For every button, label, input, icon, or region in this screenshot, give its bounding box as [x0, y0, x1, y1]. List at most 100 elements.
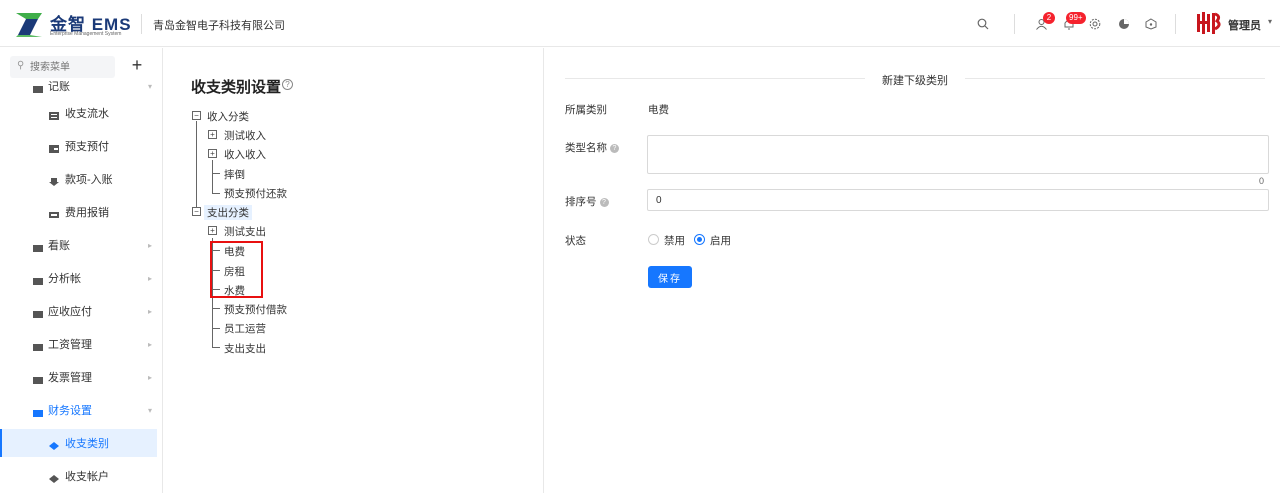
chevron-down-icon: ▾	[147, 81, 152, 91]
chevron-right-icon: ▸	[147, 240, 152, 250]
help-icon[interactable]: ?	[610, 143, 619, 153]
tree-node-test-expense[interactable]: 测试支出	[224, 224, 266, 239]
avatar[interactable]	[1196, 11, 1222, 35]
card-icon	[49, 142, 59, 153]
sidebar-item-finance-settings[interactable]: 财务设置 ▾	[0, 396, 157, 424]
search-icon[interactable]	[975, 16, 991, 32]
expand-toggle[interactable]: +	[208, 130, 217, 139]
sidebar-item-label: 工资管理	[48, 339, 92, 351]
section-title: 新建下级类别	[882, 75, 948, 87]
sidebar-item-label: 分析帐	[48, 273, 81, 285]
status-enabled-radio[interactable]	[694, 234, 705, 245]
gear-icon[interactable]	[1087, 16, 1103, 32]
sidebar-item-expense-claims[interactable]: 费用报销	[0, 198, 157, 226]
tree-node-prepay-return[interactable]: 预支预付还款	[224, 186, 287, 201]
sidebar-item-invoices[interactable]: 发票管理 ▸	[0, 363, 157, 391]
parent-category-value: 电费	[648, 104, 669, 116]
collapse-toggle[interactable]: −	[192, 207, 201, 216]
tree-connector	[212, 160, 213, 194]
divider-line	[565, 78, 865, 79]
sidebar-item-label: 费用报销	[65, 207, 109, 219]
tree-node-reversal[interactable]: 摔倒	[224, 167, 245, 182]
app-logo[interactable]: 金智 EMS Enterprise Management System	[14, 10, 131, 38]
tree-node-expense[interactable]: 支出分类	[204, 205, 252, 220]
chevron-right-icon: ▸	[147, 273, 152, 283]
help-icon[interactable]: ?	[282, 79, 293, 90]
sidebar-item-label: 款项-入账	[65, 174, 113, 186]
chevron-right-icon: ▸	[147, 339, 152, 349]
message-badge: 2	[1043, 12, 1055, 24]
tree-connector	[212, 173, 220, 174]
company-name: 青岛金智电子科技有限公司	[153, 20, 285, 32]
chevron-right-icon: ▸	[147, 306, 152, 316]
user-name[interactable]: 管理员	[1228, 17, 1261, 33]
collapse-toggle[interactable]: −	[192, 111, 201, 120]
tree-node-staff-ops[interactable]: 员工运营	[224, 321, 266, 336]
expand-toggle[interactable]: +	[208, 226, 217, 235]
expand-toggle[interactable]: +	[208, 149, 217, 158]
sort-order-input[interactable]	[647, 189, 1269, 211]
tree-node-expense-expense[interactable]: 支出支出	[224, 341, 266, 356]
help-icon[interactable]: ?	[599, 197, 609, 207]
folder-icon	[33, 406, 43, 417]
chevron-right-icon: ▸	[147, 372, 152, 382]
tree-node-test-income[interactable]: 测试收入	[224, 128, 266, 143]
category-name-input[interactable]	[647, 135, 1269, 174]
status-enabled-label[interactable]: 启用	[710, 233, 731, 248]
sidebar-item-label: 应收应付	[48, 306, 92, 318]
diamond-icon	[49, 439, 59, 450]
divider-line	[965, 78, 1265, 79]
notice-badge: 99+	[1066, 12, 1086, 24]
folder-icon	[33, 241, 43, 252]
tree-connector	[212, 328, 220, 329]
logo-mark-icon	[16, 13, 42, 37]
tree-connector	[212, 193, 220, 194]
sidebar-item-receivables[interactable]: 应收应付 ▸	[0, 297, 157, 325]
header-divider	[141, 14, 142, 34]
folder-icon	[33, 307, 43, 318]
folder-icon	[33, 82, 43, 93]
tree-node-prepay-borrow[interactable]: 预支预付借款	[224, 302, 287, 317]
sidebar-item-bookkeeping[interactable]: 记账 ▾	[0, 72, 157, 100]
sidebar-item-prepay[interactable]: 预支预付	[0, 132, 157, 160]
chevron-down-icon: ▾	[147, 405, 152, 415]
sidebar-item-label: 财务设置	[48, 405, 92, 417]
sidebar-item-receipt-entry[interactable]: 款项-入账	[0, 165, 157, 193]
page-title: 收支类别设置	[191, 79, 282, 96]
sidebar-item-payroll[interactable]: 工资管理 ▸	[0, 330, 157, 358]
sidebar-item-categories[interactable]: 收支类别	[0, 429, 157, 457]
status-disabled-label[interactable]: 禁用	[664, 233, 685, 248]
category-name-label-text: 类型名称	[565, 142, 607, 154]
header-separator	[1175, 14, 1176, 34]
folder-icon	[33, 340, 43, 351]
sidebar-item-label: 记账	[48, 81, 70, 93]
tree-connector	[212, 308, 220, 309]
sidebar-item-cash-flow[interactable]: 收支流水	[0, 99, 157, 127]
sidebar-item-label: 预支预付	[65, 141, 109, 153]
sidebar-item-label: 看账	[48, 240, 70, 252]
receipt-icon	[49, 208, 59, 218]
sidebar-item-label: 发票管理	[48, 372, 92, 384]
tree-node-income[interactable]: 收入分类	[207, 109, 249, 124]
diamond-icon	[49, 472, 59, 483]
char-count: 0	[1259, 176, 1265, 186]
parent-category-label: 所属类别	[565, 104, 607, 116]
sidebar-item-label: 收支流水	[65, 108, 109, 120]
pie-chart-icon[interactable]	[1116, 16, 1132, 32]
folder-icon	[33, 373, 43, 384]
sidebar-item-view-accounts[interactable]: 看账 ▸	[0, 231, 157, 259]
status-label: 状态	[565, 235, 586, 247]
save-button[interactable]: 保存	[648, 266, 692, 288]
tree-connector	[212, 347, 220, 348]
chevron-down-icon[interactable]: ▾	[1268, 17, 1272, 26]
tree-node-income-income[interactable]: 收入收入	[224, 147, 266, 162]
status-disabled-radio[interactable]	[648, 234, 659, 245]
sidebar-item-accounts[interactable]: 收支帐户	[0, 462, 157, 490]
list-icon	[49, 109, 59, 120]
sort-order-label: 排序号?	[565, 194, 609, 209]
sidebar: ⚲ + 记账 ▾ 收支流水 预支预付 款项-入账 费用报销 看账 ▸ 分析帐 ▸…	[0, 48, 163, 493]
cube-icon[interactable]	[1143, 16, 1159, 32]
category-name-label: 类型名称?	[565, 140, 619, 155]
sidebar-item-analysis[interactable]: 分析帐 ▸	[0, 264, 157, 292]
sidebar-item-label: 收支帐户	[65, 471, 109, 483]
